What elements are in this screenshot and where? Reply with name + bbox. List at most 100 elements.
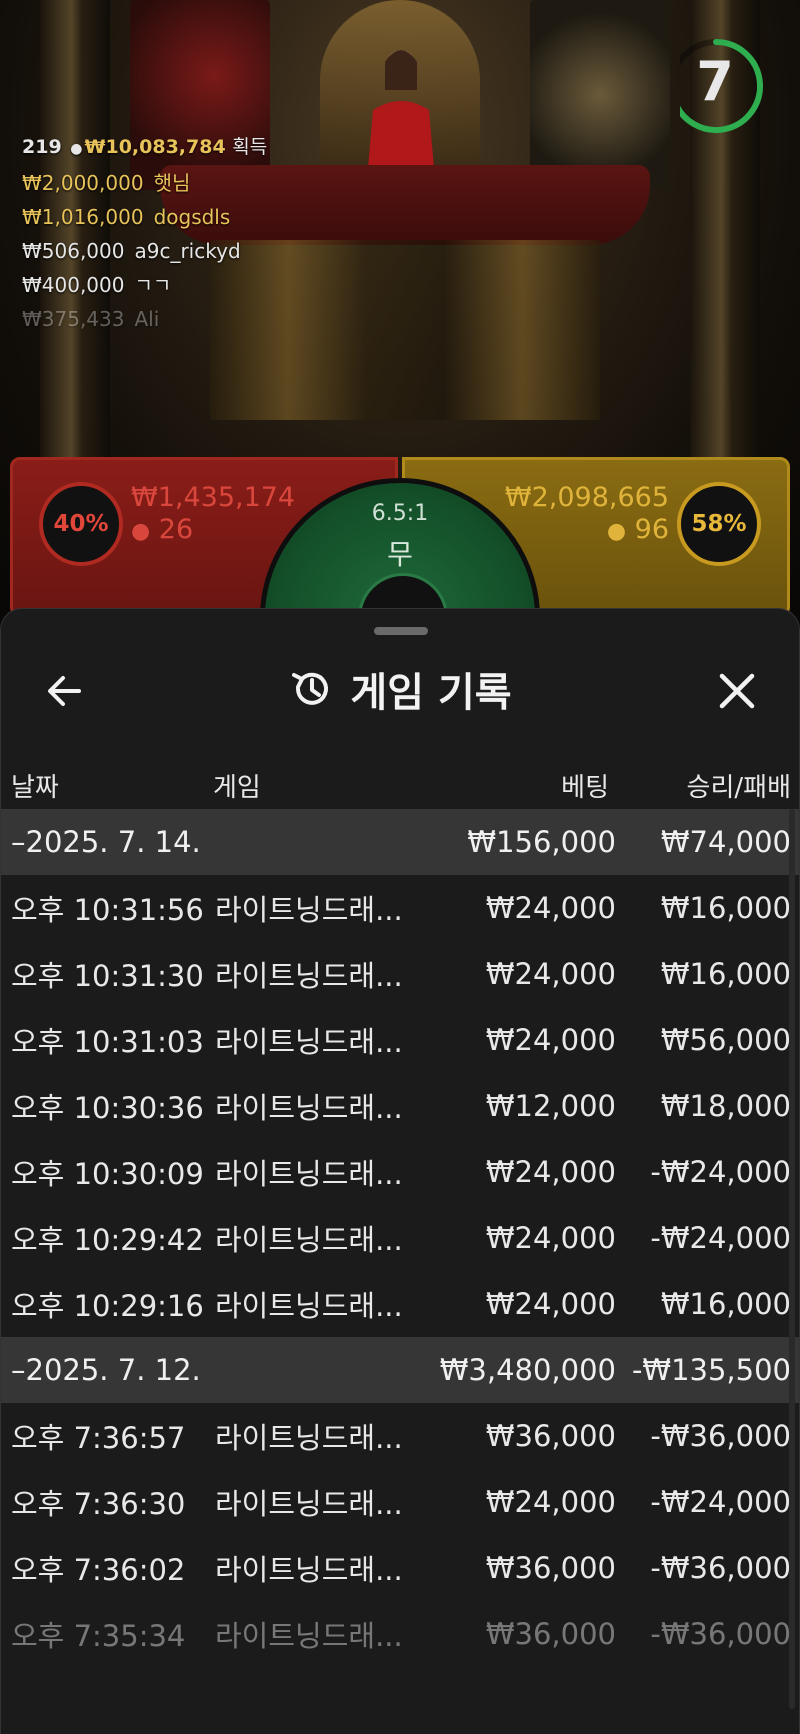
row-result: -₩36,000 — [650, 1419, 791, 1453]
winner-amount: ₩2,000,000 — [22, 171, 144, 195]
history-row[interactable]: 오후 7:36:02 라이트닝드래... ₩36,000 -₩36,000 — [1, 1535, 799, 1601]
group-total-result: ₩74,000 — [660, 825, 791, 859]
person-icon: ● — [606, 519, 627, 544]
row-result: ₩16,000 — [660, 891, 791, 925]
history-row[interactable]: 오후 10:29:42 라이트닝드래... ₩24,000 -₩24,000 — [1, 1205, 799, 1271]
history-list[interactable]: –2025. 7. 14. ₩156,000 ₩74,000 오후 10:31:56 라… — [1, 809, 799, 1667]
sheet-title: 게임 기록 — [350, 670, 512, 716]
group-total-bet: ₩3,480,000 — [439, 1353, 616, 1387]
row-bet: ₩24,000 — [485, 1221, 616, 1255]
arrow-left-icon — [48, 676, 81, 706]
row-result: -₩36,000 — [650, 1551, 791, 1585]
row-game: 라이트닝드래... — [215, 1553, 403, 1587]
row-game: 라이트닝드래... — [215, 1091, 403, 1125]
row-result: -₩24,000 — [650, 1485, 791, 1519]
row-result: -₩24,000 — [650, 1155, 791, 1189]
close-button[interactable] — [709, 663, 765, 719]
row-time: 오후 7:36:30 — [11, 1487, 186, 1521]
group-total-bet: ₩156,000 — [467, 825, 616, 859]
row-bet: ₩24,000 — [485, 1287, 616, 1321]
dragon-players-value: 26 — [158, 514, 194, 545]
row-time: 오후 10:31:03 — [11, 1025, 204, 1059]
col-date: 날짜 — [11, 773, 59, 803]
column-headers: 날짜 게임 베팅 승리/패배 — [1, 757, 799, 809]
row-bet: ₩36,000 — [485, 1551, 616, 1585]
row-result: ₩18,000 — [660, 1089, 791, 1123]
tiger-percent: 58% — [677, 482, 761, 566]
group-date: –2025. 7. 12. — [11, 1353, 201, 1387]
winner-name: 햇님 — [153, 171, 191, 195]
row-result: ₩16,000 — [660, 1287, 791, 1321]
row-bet: ₩12,000 — [485, 1089, 616, 1123]
row-time: 오후 10:31:56 — [11, 893, 204, 927]
winner-row: ₩375,433 Ali — [22, 302, 267, 336]
row-game: 라이트닝드래... — [215, 1157, 403, 1191]
won-label: 획득 — [232, 136, 268, 158]
tie-odds: 6.5:1 — [371, 501, 429, 526]
row-game: 라이트닝드래... — [215, 893, 403, 927]
winner-row: ₩1,016,000 dogsdls — [22, 200, 267, 234]
date-group-row[interactable]: –2025. 7. 14. ₩156,000 ₩74,000 — [1, 809, 799, 875]
winner-amount: ₩506,000 — [22, 239, 125, 263]
winner-name: dogsdls — [153, 205, 231, 229]
sheet-drag-handle[interactable] — [374, 627, 428, 635]
dragon-percent: 40% — [39, 482, 123, 566]
history-row[interactable]: 오후 10:31:30 라이트닝드래... ₩24,000 ₩16,000 — [1, 941, 799, 1007]
timer-seconds: 7 — [696, 50, 734, 113]
row-bet: ₩36,000 — [485, 1617, 616, 1651]
winner-amount: ₩375,433 — [22, 307, 125, 331]
tiger-players-value: 96 — [634, 514, 669, 545]
history-row[interactable]: 오후 10:29:16 라이트닝드래... ₩24,000 ₩16,000 — [1, 1271, 799, 1337]
col-bet: 베팅 — [561, 773, 609, 803]
row-game: 라이트닝드래... — [215, 1289, 403, 1323]
history-row[interactable]: 오후 7:36:30 라이트닝드래... ₩24,000 -₩24,000 — [1, 1469, 799, 1535]
row-time: 오후 10:30:09 — [11, 1157, 204, 1191]
row-game: 라이트닝드래... — [215, 959, 403, 993]
winner-amount: ₩1,016,000 — [22, 205, 144, 229]
row-result: -₩36,000 — [650, 1617, 791, 1651]
winner-row: ₩400,000 ㄱㄱ — [22, 268, 267, 302]
person-icon: ● — [70, 141, 83, 157]
row-bet: ₩24,000 — [485, 1155, 616, 1189]
history-row[interactable]: 오후 10:31:56 라이트닝드래... ₩24,000 ₩16,000 — [1, 875, 799, 941]
row-time: 오후 10:29:42 — [11, 1223, 204, 1257]
row-bet: ₩24,000 — [485, 1023, 616, 1057]
row-result: ₩16,000 — [660, 957, 791, 991]
sheet-header: 게임 기록 — [1, 649, 799, 729]
history-row[interactable]: 오후 10:30:36 라이트닝드래... ₩12,000 ₩18,000 — [1, 1073, 799, 1139]
row-time: 오후 7:36:02 — [11, 1553, 186, 1587]
history-row[interactable]: 오후 10:31:03 라이트닝드래... ₩24,000 ₩56,000 — [1, 1007, 799, 1073]
total-won: ₩10,083,784 — [84, 136, 226, 158]
history-scrollbar[interactable] — [789, 809, 795, 1709]
game-history-sheet: 게임 기록 날짜 게임 베팅 승리/패배 –2025. 7. 14. ₩156,0… — [0, 608, 800, 1734]
player-count: 219 — [22, 136, 62, 158]
dealer-image — [367, 50, 435, 180]
title-group: 게임 기록 — [1, 649, 799, 729]
history-icon — [292, 672, 329, 705]
close-icon — [719, 673, 755, 709]
row-result: ₩56,000 — [660, 1023, 791, 1057]
date-group-row[interactable]: –2025. 7. 12. ₩3,480,000 -₩135,500 — [1, 1337, 799, 1403]
col-game: 게임 — [213, 773, 261, 803]
row-bet: ₩24,000 — [485, 957, 616, 991]
winners-board: 219 ● ₩10,083,784 획득 ₩2,000,000 햇님 ₩1,016,0… — [22, 130, 267, 336]
history-row[interactable]: 오후 10:30:09 라이트닝드래... ₩24,000 -₩24,000 — [1, 1139, 799, 1205]
row-time: 오후 7:36:57 — [11, 1421, 186, 1455]
person-icon: ● — [131, 519, 151, 544]
row-game: 라이트닝드래... — [215, 1421, 403, 1455]
row-game: 라이트닝드래... — [215, 1487, 403, 1521]
row-game: 라이트닝드래... — [215, 1619, 403, 1653]
history-row[interactable]: 오후 7:36:57 라이트닝드래... ₩36,000 -₩36,000 — [1, 1403, 799, 1469]
winner-row: ₩2,000,000 햇님 — [22, 166, 267, 200]
dragon-player-count: ● 26 — [131, 514, 193, 545]
history-row[interactable]: 오후 7:35:34 라이트닝드래... ₩36,000 -₩36,000 — [1, 1601, 799, 1667]
group-total-result: -₩135,500 — [631, 1353, 791, 1387]
row-time: 오후 7:35:34 — [11, 1619, 186, 1653]
winner-row: ₩506,000 a9c_rickyd — [22, 234, 267, 268]
row-bet: ₩24,000 — [485, 891, 616, 925]
back-button[interactable] — [37, 663, 93, 719]
row-game: 라이트닝드래... — [215, 1025, 403, 1059]
winner-name: a9c_rickyd — [134, 239, 241, 263]
tie-label: 무 — [387, 538, 413, 571]
row-time: 오후 10:30:36 — [11, 1091, 204, 1125]
